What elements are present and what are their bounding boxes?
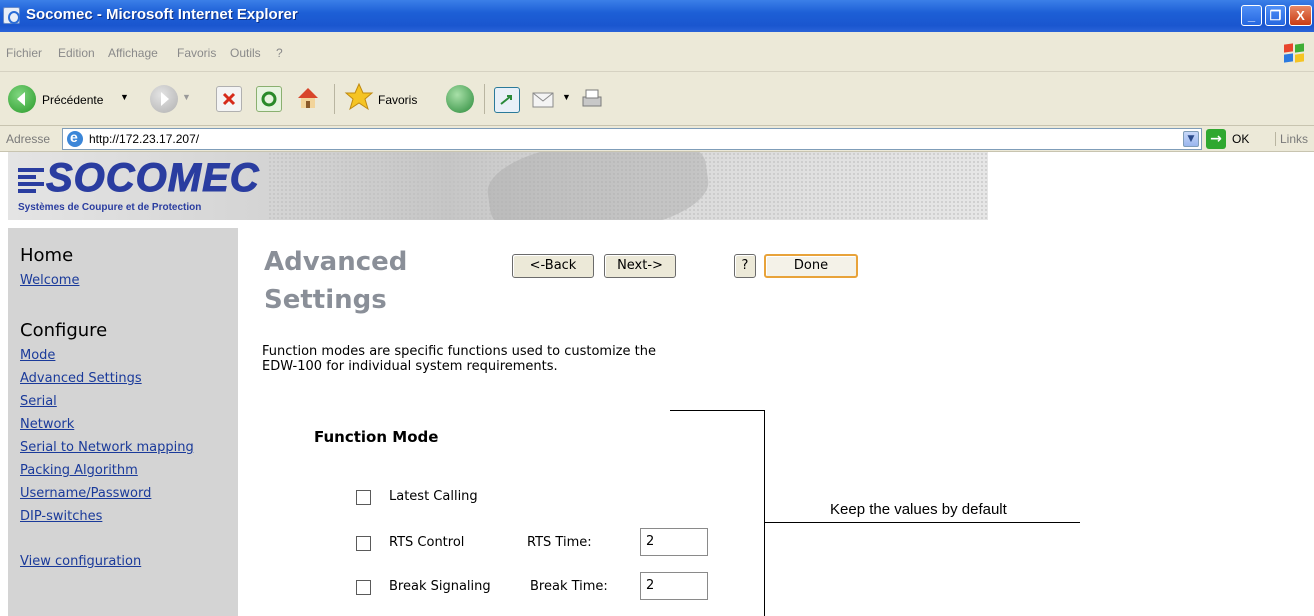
windows-logo-icon [1284,43,1306,64]
forward-arrow-icon[interactable] [150,85,178,113]
annotation-text: Keep the values by default [830,501,1007,518]
print-icon[interactable] [578,85,604,111]
sidebar-heading-home: Home [20,245,74,266]
sidebar-link-welcome[interactable]: Welcome [20,273,79,288]
address-dropdown-icon[interactable]: ▼ [1183,131,1199,147]
intro-line-1: Function modes are specific functions us… [262,344,656,359]
menu-fichier[interactable]: Fichier [6,46,42,60]
window-title-bar: Socomec - Microsoft Internet Explorer _ … [0,0,1314,32]
menu-outils[interactable]: Outils [230,46,261,60]
done-button[interactable]: Done [764,254,858,278]
annotation-bracket-top [670,410,764,411]
menu-edition[interactable]: Edition [58,46,95,60]
history-icon[interactable] [446,85,474,113]
sidebar-link-dip-switches[interactable]: DIP-switches [20,509,102,524]
page-title: Advanced Settings [264,243,504,319]
window-title: Socomec - Microsoft Internet Explorer [26,6,298,23]
rts-time-input[interactable]: 2 [640,528,708,556]
rts-control-checkbox[interactable] [356,536,371,551]
refresh-icon[interactable] [256,86,282,112]
media-window-icon[interactable] [494,87,520,113]
annotation-callout-line [764,522,1080,523]
address-label: Adresse [6,132,51,146]
latest-calling-checkbox[interactable] [356,490,371,505]
socomec-banner: SOCOMEC Systèmes de Coupure et de Protec… [8,152,988,220]
break-time-label: Break Time: [530,579,608,594]
break-signaling-checkbox[interactable] [356,580,371,595]
sidebar-link-username-password[interactable]: Username/Password [20,486,151,501]
page-title-line2: Settings [264,285,387,315]
latest-calling-label: Latest Calling [389,489,478,504]
brand-logo: SOCOMEC [46,156,260,201]
break-time-input[interactable]: 2 [640,572,708,600]
function-mode-heading: Function Mode [314,428,439,446]
sidebar-link-view-configuration[interactable]: View configuration [20,554,141,569]
sidebar: Home Welcome Configure Mode Advanced Set… [8,228,238,616]
favorites-star-icon[interactable] [344,82,374,111]
toolbar-separator [484,84,485,114]
menu-favoris[interactable]: Favoris [177,46,216,60]
toolbar: Précédente ▼ ▼ Favoris ▼ [0,72,1314,126]
sidebar-link-advanced-settings[interactable]: Advanced Settings [20,371,142,386]
sidebar-link-serial-to-network-mapping[interactable]: Serial to Network mapping [20,440,194,455]
ie-page-icon [3,7,20,24]
intro-line-2: EDW-100 for individual system requiremen… [262,359,558,374]
sidebar-link-network[interactable]: Network [20,417,74,432]
rts-time-label: RTS Time: [527,535,592,550]
sidebar-heading-configure: Configure [20,320,108,341]
go-button-label[interactable]: OK [1232,132,1249,146]
toolbar-separator [334,84,335,114]
back-button[interactable]: <-Back [512,254,594,278]
back-arrow-icon[interactable] [8,85,36,113]
back-dropdown-icon[interactable]: ▼ [120,92,129,102]
sidebar-link-serial[interactable]: Serial [20,394,57,409]
banner-shape [482,152,714,220]
rts-control-label: RTS Control [389,535,465,550]
mail-dropdown-icon[interactable]: ▼ [562,92,571,102]
home-icon[interactable] [294,84,320,110]
restore-button[interactable]: ❐ [1265,5,1286,26]
mail-icon[interactable] [530,85,556,111]
go-arrow-icon[interactable]: → [1206,129,1226,149]
stop-icon[interactable] [216,86,242,112]
sidebar-link-mode[interactable]: Mode [20,348,55,363]
sidebar-link-packing-algorithm[interactable]: Packing Algorithm [20,463,138,478]
back-button-label[interactable]: Précédente [42,93,103,107]
menu-bar: Fichier Edition Affichage Favoris Outils… [0,32,1314,72]
annotation-bracket-side [764,410,765,616]
intro-text: Function modes are specific functions us… [262,344,782,374]
minimize-button[interactable]: _ [1241,5,1262,26]
ie-page-icon [67,129,83,147]
page-title-line1: Advanced [264,247,408,277]
forward-dropdown-icon[interactable]: ▼ [182,92,191,102]
address-bar: Adresse http://172.23.17.207/ ▼ → OK Lin… [0,126,1314,152]
help-button[interactable]: ? [734,254,756,278]
menu-affichage[interactable]: Affichage [108,46,158,60]
favorites-label[interactable]: Favoris [378,93,417,107]
address-field[interactable]: http://172.23.17.207/ ▼ [62,128,1202,150]
brand-tagline: Systèmes de Coupure et de Protection [18,202,202,213]
next-button[interactable]: Next-> [604,254,676,278]
socomec-logo-icon [18,166,44,196]
address-url[interactable]: http://172.23.17.207/ [89,132,199,146]
close-button[interactable]: X [1289,5,1312,26]
links-label[interactable]: Links [1275,132,1308,146]
break-signaling-label: Break Signaling [389,579,491,594]
menu-help[interactable]: ? [276,46,283,60]
